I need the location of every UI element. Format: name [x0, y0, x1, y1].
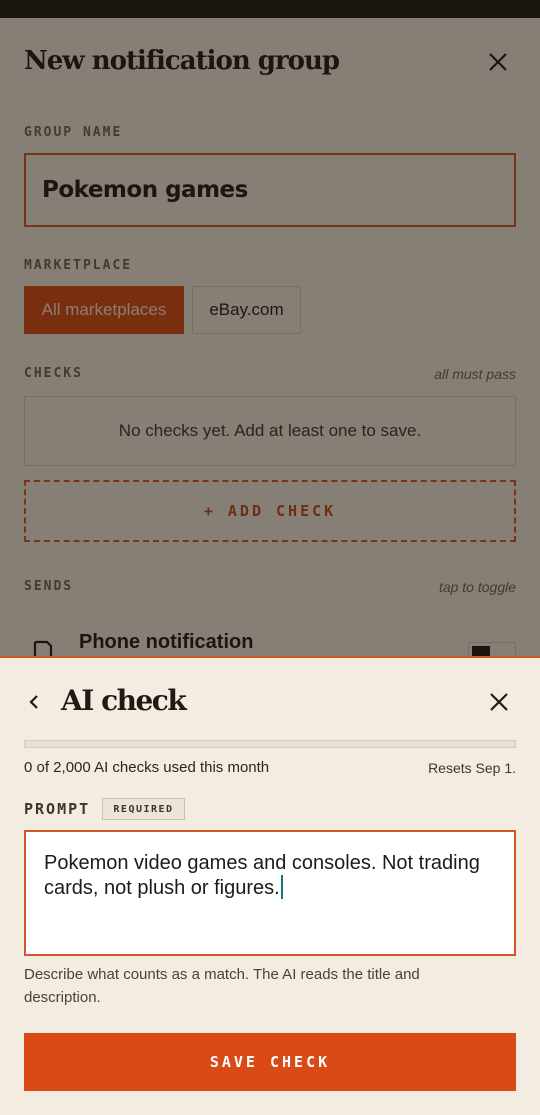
text-caret	[280, 875, 283, 899]
prompt-label: PROMPT	[24, 800, 91, 818]
usage-progress-bar	[24, 740, 516, 748]
usage-text: 0 of 2,000 AI checks used this month	[24, 759, 270, 776]
usage-reset-text: Resets Sep 1.	[428, 760, 516, 776]
save-check-button[interactable]: SAVE CHECK	[24, 1033, 516, 1091]
ai-check-sheet: AI check 0 of 2,000 AI checks used this …	[0, 656, 540, 1115]
prompt-help-text: Describe what counts as a match. The AI …	[24, 966, 420, 1006]
prompt-text: Pokemon video games and consoles. Not tr…	[44, 852, 480, 899]
prompt-textarea[interactable]: Pokemon video games and consoles. Not tr…	[24, 830, 516, 956]
required-badge: REQUIRED	[102, 798, 185, 820]
sheet-title: AI check	[61, 684, 187, 717]
close-icon[interactable]	[488, 691, 510, 713]
back-chevron-icon[interactable]	[24, 690, 44, 714]
